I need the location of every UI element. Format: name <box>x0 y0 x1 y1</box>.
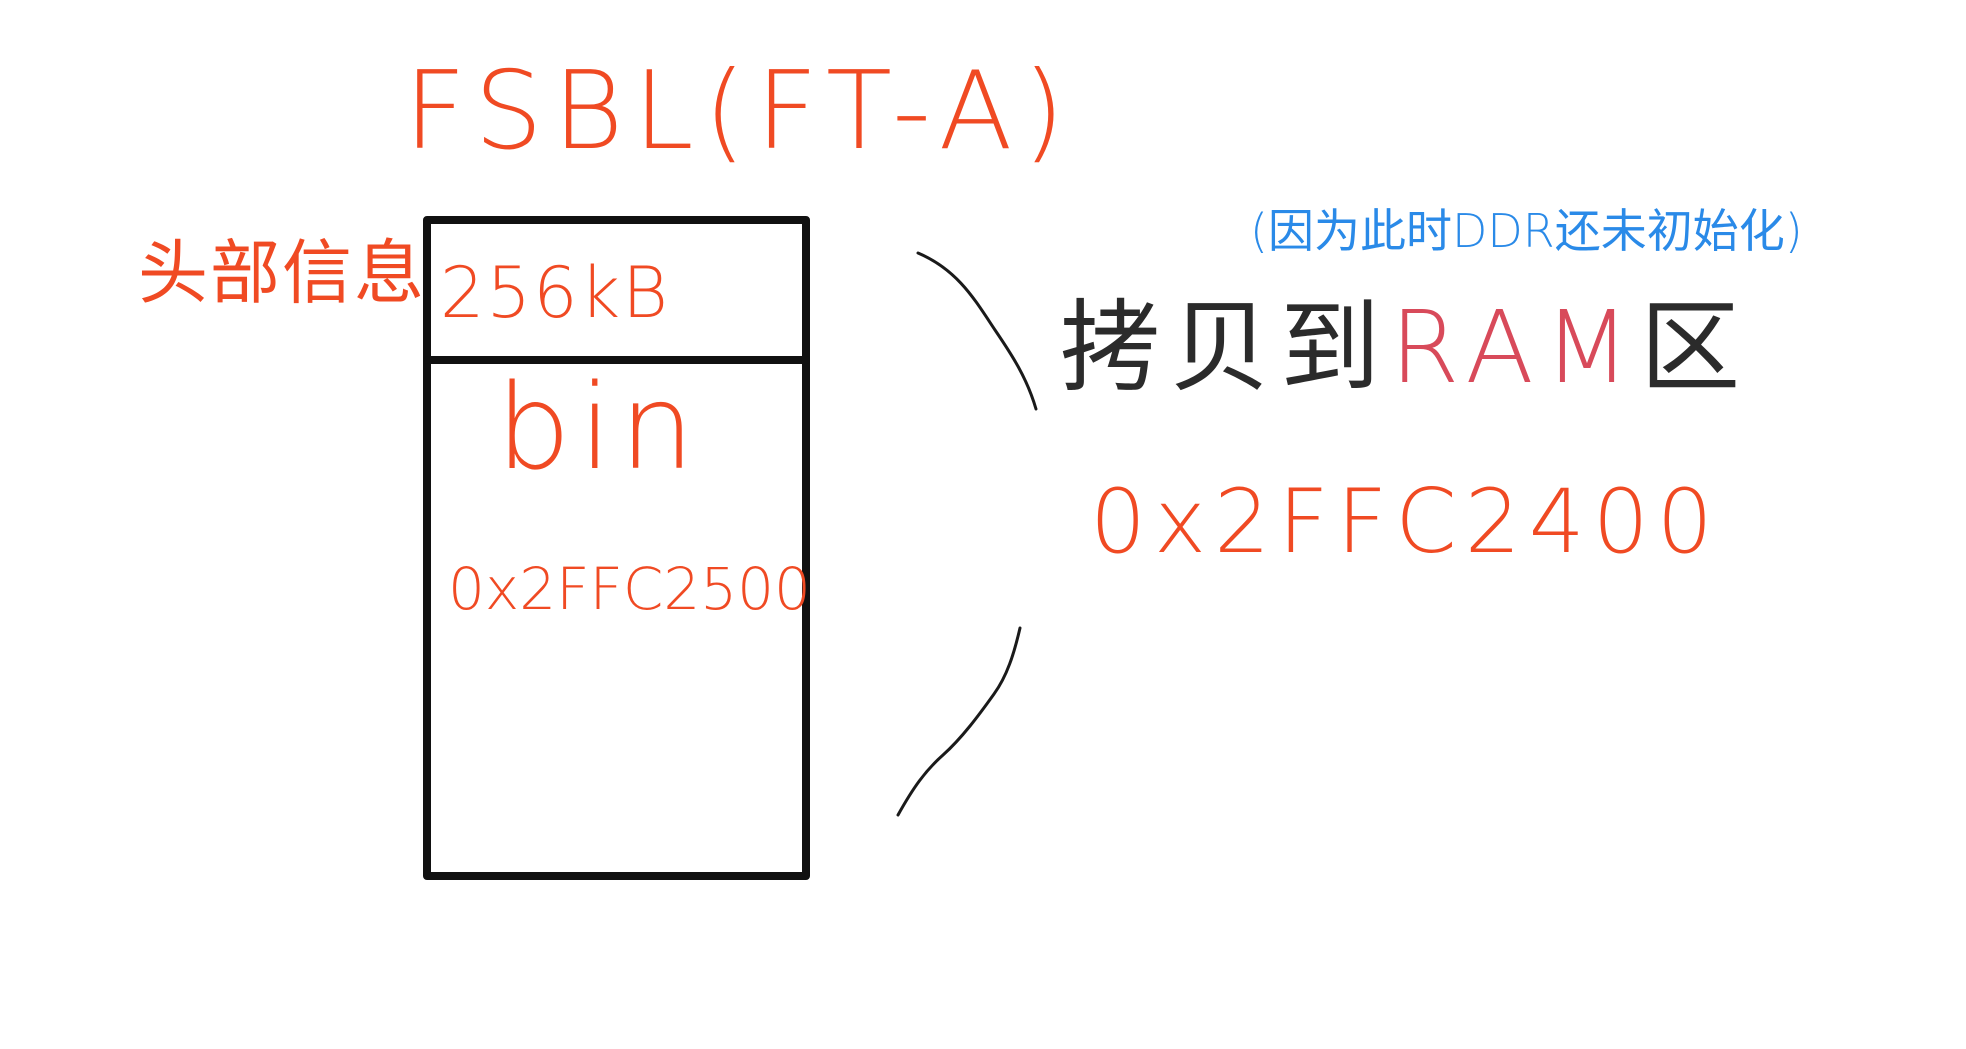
copy-suffix: 区 <box>1640 289 1751 406</box>
copy-target-label: 拷贝到RAM区 <box>1060 298 1750 398</box>
copy-prefix: 拷贝到 <box>1060 289 1390 406</box>
header-section-label: 头部信息 <box>138 232 426 314</box>
lower-bracket-stroke <box>896 626 1022 817</box>
ram-label: RAM <box>1390 289 1641 406</box>
bin-address-label: 0x2FFC2500 <box>448 555 811 623</box>
ddr-note: (因为此时DDR还未初始化) <box>1250 204 1803 258</box>
diagram-title: FSBL(FT-A) <box>404 49 1075 174</box>
ram-address-label: 0x2FFC2400 <box>1090 470 1721 573</box>
diagram-canvas: FSBL(FT-A) 头部信息 256kB bin 0x2FFC2500 (因为… <box>0 0 1966 1049</box>
upper-bracket-stroke <box>916 251 1038 411</box>
header-size-label: 256kB <box>440 252 670 334</box>
bin-section-label: bin <box>496 358 703 496</box>
